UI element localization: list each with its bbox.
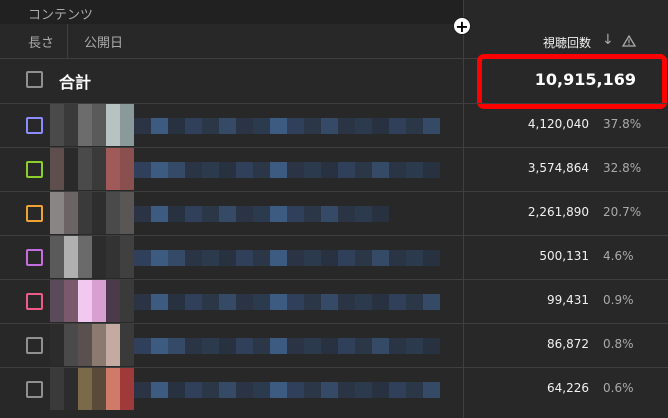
video-title-redacted	[134, 382, 440, 398]
row-views: 99,431	[547, 293, 589, 307]
highlight-annotation	[477, 54, 667, 109]
row-checkbox[interactable]	[26, 205, 43, 222]
row-percentage: 0.8%	[603, 337, 634, 351]
video-thumbnail[interactable]	[50, 324, 134, 366]
video-title-redacted	[134, 250, 440, 266]
add-column-icon[interactable]: +	[453, 17, 471, 35]
video-thumbnail[interactable]	[50, 192, 134, 234]
row-percentage: 0.6%	[603, 381, 634, 395]
video-title-redacted	[134, 294, 440, 310]
row-views: 2,261,890	[527, 205, 589, 219]
views-column-header[interactable]: 視聴回数	[543, 34, 591, 51]
video-title-redacted	[134, 338, 440, 354]
video-thumbnail[interactable]	[50, 148, 134, 190]
total-label: 合計	[59, 73, 92, 92]
row-percentage: 37.8%	[603, 117, 642, 131]
row-views: 64,226	[547, 381, 589, 395]
row-views: 86,872	[547, 337, 589, 351]
row-views: 3,574,864	[527, 161, 589, 175]
filter-length[interactable]: 長さ	[28, 32, 54, 51]
video-thumbnail[interactable]	[50, 104, 134, 146]
metric-column-top	[464, 0, 668, 24]
row-checkbox[interactable]	[26, 117, 43, 134]
warning-icon[interactable]	[622, 35, 636, 47]
row-percentage: 4.6%	[603, 249, 634, 263]
sort-down-icon[interactable]: ↓	[602, 32, 614, 48]
row-checkbox[interactable]	[26, 161, 43, 178]
table-top-strip: コンテンツ	[0, 0, 668, 24]
row-checkbox[interactable]	[26, 293, 43, 310]
video-title-redacted	[134, 206, 389, 222]
filter-row: 長さ 公開日	[0, 24, 463, 58]
video-title-redacted	[134, 162, 440, 178]
filter-publish-date[interactable]: 公開日	[84, 32, 123, 51]
video-thumbnail[interactable]	[50, 368, 134, 410]
row-checkbox[interactable]	[26, 337, 43, 354]
row-views: 500,131	[539, 249, 589, 263]
content-column-label: コンテンツ	[28, 8, 94, 23]
video-thumbnail[interactable]	[50, 280, 134, 322]
row-percentage: 32.8%	[603, 161, 642, 175]
total-checkbox[interactable]	[26, 71, 43, 88]
row-views: 4,120,040	[527, 117, 589, 131]
row-checkbox[interactable]	[26, 381, 43, 398]
video-thumbnail[interactable]	[50, 236, 134, 278]
video-title-redacted	[134, 118, 440, 134]
row-checkbox[interactable]	[26, 249, 43, 266]
filter-divider	[67, 24, 68, 58]
row-percentage: 0.9%	[603, 293, 634, 307]
row-percentage: 20.7%	[603, 205, 642, 219]
